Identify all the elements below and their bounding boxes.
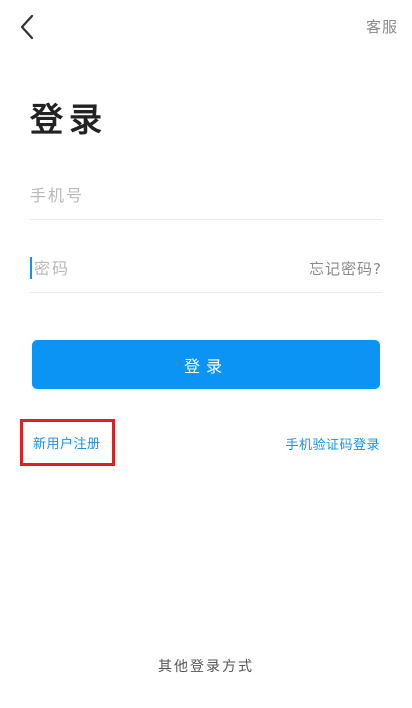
other-login-methods-link[interactable]: 其他登录方式 [0,656,412,676]
chevron-left-icon [20,14,34,40]
login-button[interactable]: 登录 [32,340,380,389]
phone-field [30,171,382,220]
page-title: 登录 [30,100,108,139]
text-caret [30,257,32,279]
forgot-password-link[interactable]: 忘记密码? [309,258,382,279]
phone-input[interactable] [30,171,382,219]
sms-code-login-link[interactable]: 手机验证码登录 [285,434,380,453]
password-field: 忘记密码? [30,244,382,293]
password-input[interactable] [34,244,310,292]
register-highlight-box: 新用户注册 [20,419,115,466]
customer-service-link[interactable]: 客服 [366,16,398,37]
back-button[interactable] [12,10,42,44]
register-link[interactable]: 新用户注册 [33,433,101,452]
